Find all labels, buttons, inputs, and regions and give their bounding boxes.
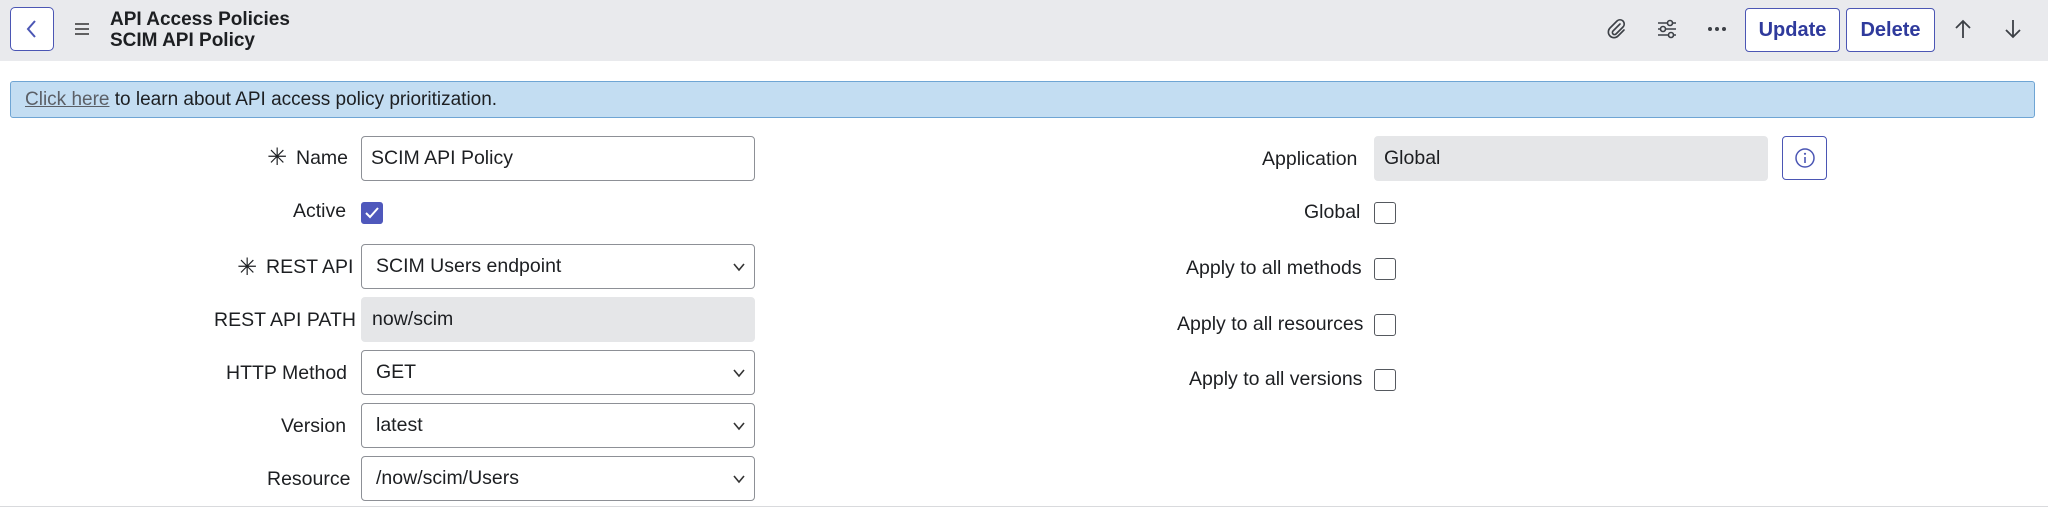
- learn-more-link[interactable]: Click here: [25, 89, 109, 110]
- name-label: Name: [296, 147, 349, 169]
- apply-all-methods-checkbox[interactable]: [1374, 258, 1396, 280]
- resource-select[interactable]: /now/scim/Users: [361, 456, 755, 501]
- attachment-button[interactable]: [1601, 14, 1631, 44]
- chevron-down-icon: [733, 422, 745, 431]
- arrow-down-icon: [2005, 20, 2021, 39]
- apply-all-versions-checkbox[interactable]: [1374, 369, 1396, 391]
- table-title: API Access Policies: [110, 9, 290, 30]
- http-method-value: GET: [376, 361, 417, 383]
- banner-text: to learn about API access policy priorit…: [109, 89, 498, 110]
- chevron-down-icon: [733, 475, 745, 484]
- checkmark-icon: [365, 207, 379, 219]
- divider: [0, 506, 2048, 507]
- application-field: Global: [1374, 136, 1768, 181]
- application-label: Application: [1262, 148, 1358, 170]
- name-field[interactable]: SCIM API Policy: [361, 136, 755, 181]
- chevron-down-icon: [733, 369, 745, 378]
- rest-api-label: REST API: [266, 256, 354, 278]
- paperclip-icon: [1607, 18, 1626, 39]
- chevron-down-icon: [733, 263, 745, 272]
- http-method-select[interactable]: GET: [361, 350, 755, 395]
- rest-api-select[interactable]: SCIM Users endpoint: [361, 244, 755, 289]
- personalize-form-button[interactable]: [1652, 14, 1682, 44]
- http-method-label: HTTP Method: [226, 362, 348, 384]
- more-options-button[interactable]: [1702, 14, 1732, 44]
- resource-label: Resource: [267, 468, 351, 490]
- resource-value: /now/scim/Users: [376, 467, 520, 489]
- chevron-left-icon: [26, 20, 36, 38]
- apply-all-resources-checkbox[interactable]: [1374, 314, 1396, 336]
- next-record-button[interactable]: [1998, 14, 2028, 44]
- version-select[interactable]: latest: [361, 403, 755, 448]
- info-banner: Click here to learn about API access pol…: [10, 81, 2035, 118]
- arrow-up-icon: [1955, 19, 1971, 38]
- title-block: API Access Policies SCIM API Policy: [110, 9, 290, 51]
- sliders-icon: [1658, 19, 1676, 39]
- required-icon: ✳: [237, 254, 258, 281]
- back-button[interactable]: [10, 7, 54, 51]
- delete-button[interactable]: Delete: [1846, 8, 1935, 52]
- rest-api-path-field: now/scim: [361, 297, 755, 342]
- more-horizontal-icon: [1708, 27, 1726, 31]
- update-button[interactable]: Update: [1745, 8, 1840, 52]
- hamburger-menu-icon[interactable]: [73, 20, 91, 38]
- rest-api-value: SCIM Users endpoint: [376, 255, 562, 277]
- apply-all-methods-label: Apply to all methods: [1186, 257, 1362, 279]
- active-checkbox[interactable]: [361, 202, 383, 224]
- form-header: API Access Policies SCIM API Policy Upda…: [0, 0, 2048, 61]
- application-info-button[interactable]: [1782, 136, 1827, 180]
- info-icon: [1794, 148, 1815, 168]
- required-icon: ✳: [267, 144, 288, 171]
- record-title: SCIM API Policy: [110, 30, 255, 51]
- version-value: latest: [376, 414, 423, 436]
- global-checkbox[interactable]: [1374, 202, 1396, 224]
- apply-all-versions-label: Apply to all versions: [1189, 368, 1363, 390]
- apply-all-resources-label: Apply to all resources: [1177, 313, 1364, 335]
- previous-record-button[interactable]: [1948, 14, 1978, 44]
- active-label: Active: [293, 200, 347, 222]
- version-label: Version: [281, 415, 347, 437]
- global-label: Global: [1304, 201, 1361, 223]
- rest-api-path-label: REST API PATH: [214, 309, 356, 331]
